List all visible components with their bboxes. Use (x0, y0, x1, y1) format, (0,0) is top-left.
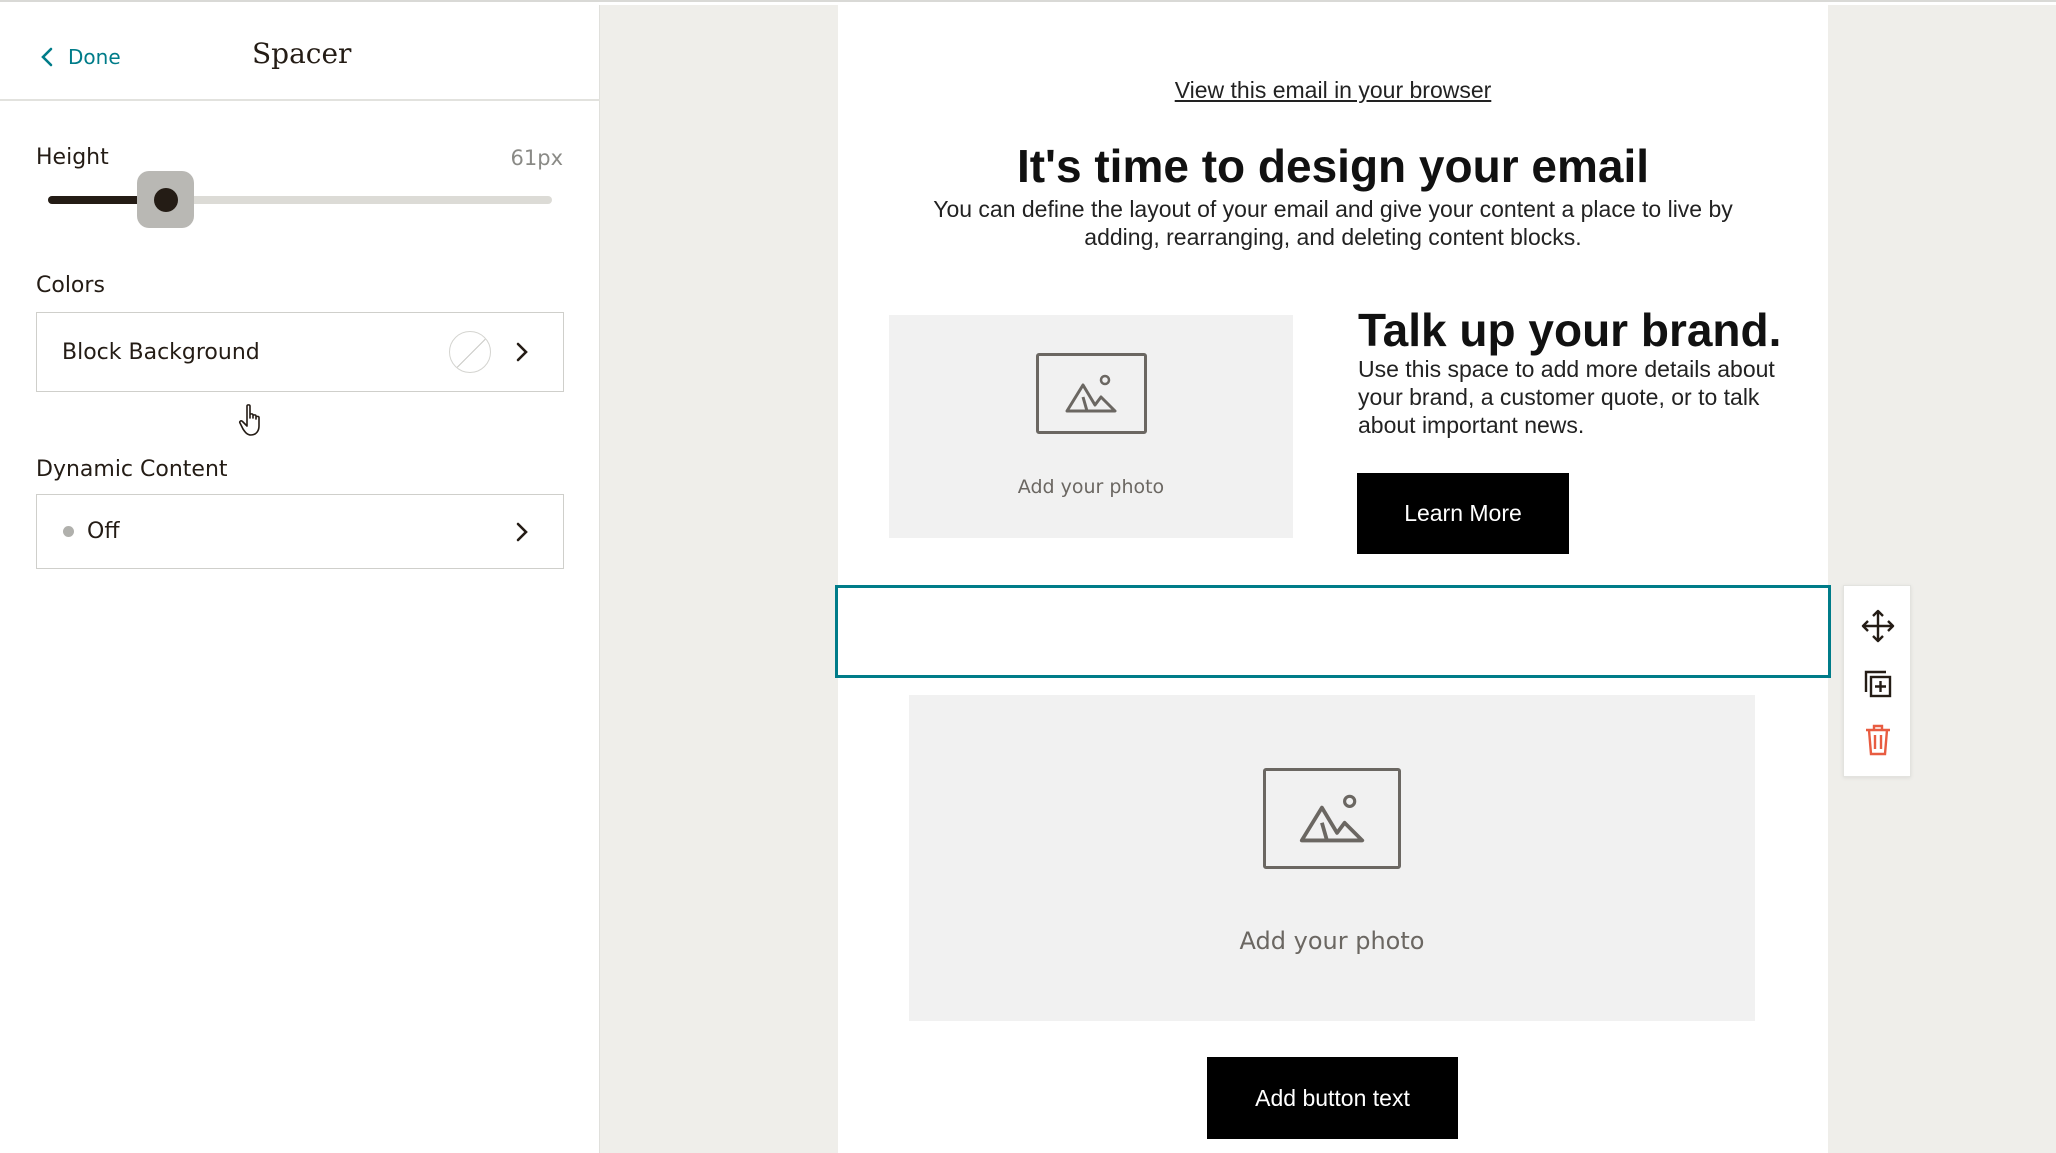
move-icon (1861, 609, 1895, 643)
photo-label: Add your photo (1017, 476, 1165, 498)
height-label: Height (36, 145, 109, 170)
move-button[interactable] (1860, 608, 1896, 644)
height-slider-thumb[interactable] (154, 188, 178, 212)
image-icon (1035, 353, 1147, 434)
colors-label: Colors (36, 273, 105, 298)
settings-panel: Done Spacer Height 61px Colors Block Bac… (0, 5, 600, 1153)
dynamic-content-field[interactable]: Off (36, 494, 564, 569)
dynamic-content-label: Dynamic Content (36, 457, 228, 482)
block-background-label: Block Background (62, 339, 260, 365)
dynamic-content-value: Off (87, 519, 120, 544)
brand-title[interactable]: Talk up your brand. (1358, 303, 1781, 357)
duplicate-button[interactable] (1860, 666, 1896, 702)
brand-text[interactable]: Use this space to add more details about… (1358, 355, 1808, 439)
add-button-text-button[interactable]: Add button text (1207, 1057, 1458, 1139)
done-button[interactable]: Done (40, 39, 121, 75)
delete-button[interactable] (1860, 722, 1896, 758)
hand-cursor-icon (238, 404, 260, 436)
block-toolbar (1843, 585, 1911, 777)
photo-placeholder-1[interactable]: Add your photo (889, 315, 1293, 538)
email-subtext[interactable]: You can define the layout of your email … (900, 195, 1766, 251)
email-canvas: View this email in your browser It's tim… (838, 5, 1828, 1153)
learn-more-button[interactable]: Learn More (1357, 473, 1569, 554)
chevron-right-icon (516, 522, 528, 541)
no-color-swatch-icon (449, 331, 491, 373)
delete-icon (1866, 724, 1890, 756)
photo-placeholder-2[interactable]: Add your photo (909, 695, 1755, 1021)
chevron-right-icon (516, 342, 528, 362)
email-headline[interactable]: It's time to design your email (838, 139, 1828, 193)
status-dot-icon (63, 526, 74, 537)
selected-spacer-block[interactable] (835, 585, 1831, 678)
panel-title: Spacer (252, 37, 352, 70)
view-in-browser-link[interactable]: View this email in your browser (838, 77, 1828, 104)
height-value: 61px (510, 146, 563, 170)
duplicate-icon (1864, 670, 1892, 698)
block-background-field[interactable]: Block Background (36, 312, 564, 392)
image-icon (1263, 768, 1401, 869)
panel-header: Done Spacer (0, 5, 600, 101)
done-label: Done (68, 45, 121, 69)
photo-label: Add your photo (1239, 927, 1425, 955)
chevron-left-icon (41, 47, 53, 67)
